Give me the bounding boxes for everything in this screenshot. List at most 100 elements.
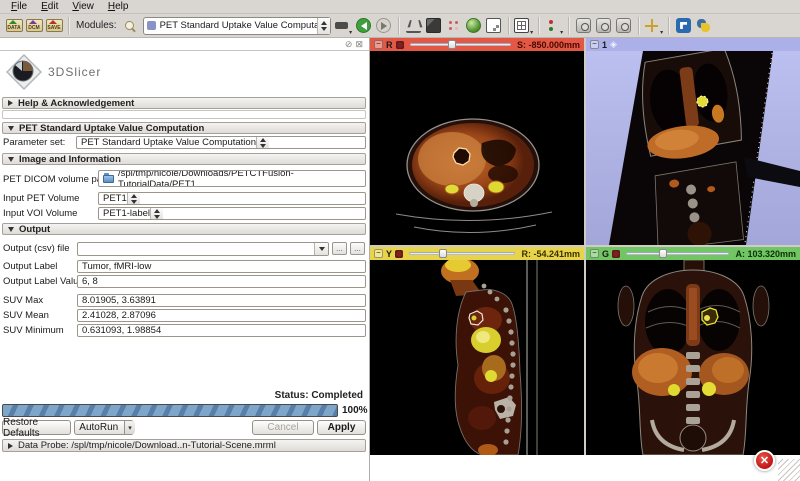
suv-mean-row: SUV Mean 2.41028, 2.87096 — [0, 309, 370, 322]
image-info-header[interactable]: Image and Information — [2, 153, 366, 165]
output-section-header[interactable]: Output — [2, 223, 366, 235]
axial-slice-image[interactable] — [370, 51, 584, 245]
slice-offset-slider[interactable] — [626, 249, 729, 258]
capture-settings-button[interactable] — [614, 16, 634, 36]
crosshair-icon — [644, 18, 659, 33]
menu-help[interactable]: Help — [101, 1, 136, 12]
capture-annotated-button[interactable] — [594, 16, 614, 36]
expanded-arrow-icon — [8, 126, 14, 131]
parameter-set-label: Parameter set: — [3, 137, 65, 148]
python-console-button[interactable] — [694, 16, 714, 36]
load-dicom-button[interactable]: DCM — [24, 16, 44, 36]
menu-file[interactable]: File — [4, 1, 34, 12]
python-icon — [696, 18, 711, 33]
red-slice-controller-bar: − R S: -850.000mm — [370, 38, 584, 51]
load-data-button[interactable]: DATA — [4, 16, 24, 36]
slice-offset-slider[interactable] — [410, 40, 511, 49]
slider-handle[interactable] — [659, 249, 667, 258]
autorun-button[interactable]: AutoRun ▾ — [74, 420, 134, 435]
collapse-bar-button[interactable]: − — [590, 249, 599, 258]
module-history-button[interactable]: ▾ — [334, 16, 354, 36]
help-acknowledgement-header[interactable]: Help & Acknowledgement — [2, 97, 366, 109]
dropdown-arrow-icon[interactable] — [314, 243, 328, 255]
fiducials-button[interactable] — [444, 16, 464, 36]
output-label-label: Output Label — [3, 261, 57, 272]
suv-max-input[interactable]: 8.01905, 3.63891 — [77, 294, 366, 307]
save-button[interactable]: SAVE — [44, 16, 64, 36]
combo-spin-arrows[interactable] — [256, 137, 269, 148]
output-csv-combobox[interactable] — [77, 242, 329, 256]
screenshot-button[interactable] — [484, 16, 504, 36]
slice-offset-slider[interactable] — [409, 249, 515, 258]
toolbar-separator — [398, 17, 400, 35]
models-button[interactable] — [464, 16, 484, 36]
menu-edit[interactable]: Edit — [34, 1, 65, 12]
visibility-icon[interactable] — [395, 250, 403, 258]
module-search-button[interactable] — [120, 16, 140, 36]
output-label-input[interactable]: Tumor, fMRI-low — [77, 260, 366, 273]
combo-spin-arrows[interactable] — [127, 193, 140, 204]
collapse-bar-button[interactable]: − — [374, 249, 383, 258]
coronal-slice-image[interactable] — [586, 260, 800, 455]
layout-selector-button[interactable]: ▾ — [514, 16, 534, 36]
input-pet-combobox[interactable]: PET1 — [98, 192, 366, 205]
layout-grid-icon — [514, 18, 529, 33]
volume-rendering-button[interactable] — [424, 16, 444, 36]
modules-label: Modules: — [76, 20, 117, 31]
combo-spin-arrows[interactable] — [150, 208, 163, 219]
suv-min-input[interactable]: 0.631093, 1.98854 — [77, 324, 366, 337]
data-probe-header[interactable]: Data Probe: /spl/tmp/nicole/Download..n-… — [2, 439, 366, 452]
output-csv-row: Output (csv) file ... ... — [0, 242, 370, 255]
slider-handle[interactable] — [448, 40, 456, 49]
apply-button[interactable]: Apply — [317, 420, 366, 435]
menu-view[interactable]: View — [65, 1, 101, 12]
autorun-dropdown-icon[interactable]: ▾ — [124, 421, 135, 434]
app-logo-text: 3DSlicer — [48, 65, 101, 79]
slice-view-letter: R — [386, 40, 393, 50]
dicom-path-field[interactable]: /spl/tmp/nicole/Downloads/PETCTFusion-Tu… — [98, 170, 366, 187]
resize-grip[interactable] — [778, 459, 800, 481]
combo-spin-arrows[interactable] — [317, 18, 330, 34]
input-voi-combobox[interactable]: PET1-label — [98, 207, 366, 220]
collapse-bar-button[interactable]: − — [374, 40, 383, 49]
sagittal-slice-image[interactable] — [370, 260, 584, 455]
close-notification-button[interactable]: ✕ — [754, 450, 775, 471]
camera-icon — [596, 18, 611, 33]
panel-pin-icon[interactable]: ⊘ — [345, 39, 353, 50]
sphere-icon — [466, 18, 481, 33]
browse-file-alt-button[interactable]: ... — [350, 242, 365, 255]
visibility-icon[interactable] — [396, 41, 404, 49]
browse-file-button[interactable]: ... — [332, 242, 347, 255]
module-back-button[interactable] — [354, 16, 374, 36]
panel-close-icon[interactable]: ⊠ — [355, 39, 363, 50]
slice-view-letter: Y — [386, 249, 392, 259]
extensions-button[interactable] — [674, 16, 694, 36]
suv-mean-input[interactable]: 2.41028, 2.87096 — [77, 309, 366, 322]
slice-offset-value: S: -850.000mm — [517, 40, 580, 50]
crosshair-button[interactable]: ▾ — [644, 16, 664, 36]
suv-max-row: SUV Max 8.01905, 3.63891 — [0, 294, 370, 307]
module-forward-button[interactable] — [374, 16, 394, 36]
collapse-bar-button[interactable]: − — [590, 40, 599, 49]
parameter-set-combobox[interactable]: PET Standard Uptake Value Computation — [76, 136, 366, 149]
slider-handle[interactable] — [439, 249, 447, 258]
cancel-button[interactable]: Cancel — [252, 420, 314, 435]
threed-view-controller-bar: − 1 ◈ — [586, 38, 800, 51]
bottom-strip: ✕ — [370, 455, 800, 481]
threed-render-image[interactable] — [586, 51, 800, 245]
mouse-mode-button[interactable]: ▾ — [544, 16, 564, 36]
dicom-icon: DCM — [26, 19, 43, 32]
visibility-icon[interactable] — [612, 250, 620, 258]
input-voi-label: Input VOI Volume — [3, 208, 77, 219]
capture-view-button[interactable] — [574, 16, 594, 36]
markups-button[interactable] — [404, 16, 424, 36]
output-label-value-input[interactable]: 6, 8 — [77, 275, 366, 288]
restore-defaults-button[interactable]: Restore Defaults — [2, 420, 71, 435]
module-panel: ⊘ ⊠ 3DSlicer Help & Acknowledgement PET … — [0, 38, 370, 481]
modules-combobox[interactable]: PET Standard Uptake Value Computation — [143, 17, 331, 35]
suv-min-row: SUV Minimum 0.631093, 1.98854 — [0, 324, 370, 337]
menu-bar: File Edit View Help — [0, 0, 800, 14]
module-section-header[interactable]: PET Standard Uptake Value Computation — [2, 122, 366, 134]
spin-view-icon[interactable]: ◈ — [610, 40, 617, 49]
yellow-slice-controller-bar: − Y R: -54.241mm — [370, 247, 584, 260]
